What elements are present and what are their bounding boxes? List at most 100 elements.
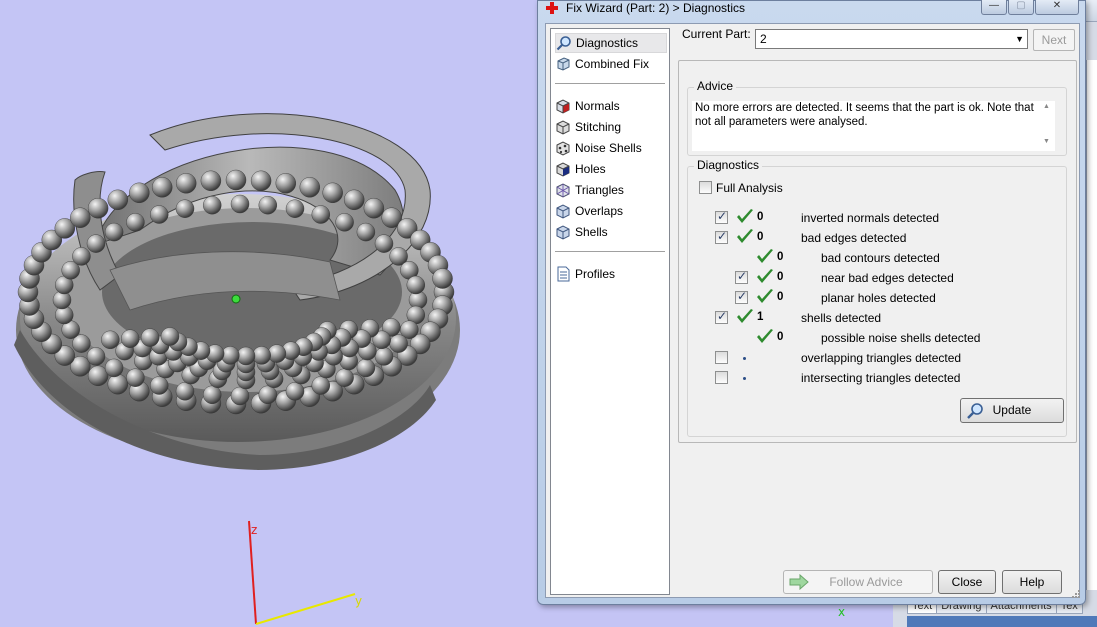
noise-shells-icon [556,141,570,156]
diagnostic-label: planar holes detected [821,291,936,305]
selection-marker [231,294,241,304]
diagnostic-label: possible noise shells detected [821,331,981,345]
ring-bead [356,222,376,242]
ring-bead [374,347,394,366]
ring-bead [104,222,124,242]
overlaps-icon [556,204,570,219]
diagnostic-label: intersecting triangles detected [801,371,961,385]
ring-bead [406,275,425,295]
ring-bead [230,386,250,406]
y-axis-label: y [355,594,362,608]
nav-item-holes[interactable]: Holes [555,159,667,179]
ring-bead [363,197,385,219]
arrow-right-icon [789,574,809,590]
nav-label: Diagnostics [576,36,639,50]
ring-bead [389,334,408,353]
follow-advice-button[interactable]: Follow Advice [783,570,933,594]
nav-item-overlaps[interactable]: Overlaps [555,201,667,221]
diagnostic-checkbox[interactable] [715,371,728,384]
ring-bead [299,177,320,198]
ring-bead [335,213,354,232]
diagnostic-checkbox[interactable] [715,351,728,364]
ring-bead [151,177,173,198]
maximize-button[interactable]: ▢ [1008,0,1034,15]
nav-item-shells[interactable]: Shells [555,222,667,242]
nav-label: Profiles [575,267,616,281]
full-analysis-label: Full Analysis [716,181,783,195]
advice-scrollbar[interactable]: ▲ ▼ [1038,101,1055,151]
nav-item-diagnostics[interactable]: Diagnostics [555,33,667,53]
nav-label: Triangles [575,183,624,197]
magnifier-icon [967,403,983,419]
cube-icon [557,57,570,71]
nav-item-normals[interactable]: Normals [555,96,667,116]
fix-wizard-dialog: Fix Wizard (Part: 2) > Diagnostics — ▢ ✕… [537,0,1086,605]
help-button[interactable]: Help [1002,570,1062,594]
nav-label: Noise Shells [575,141,642,155]
diagnostic-checkbox[interactable] [735,269,748,284]
holes-icon [556,162,570,177]
diagnostic-checkbox[interactable] [715,229,728,244]
diagnostic-label: bad edges detected [801,231,907,245]
wizard-nav-panel: Diagnostics Combined Fix Normals Stitchi… [550,28,670,595]
follow-advice-label: Follow Advice [829,575,903,589]
nav-item-combined-fix[interactable]: Combined Fix [555,54,667,74]
resize-grip-icon[interactable] [1071,589,1080,598]
advice-text: No more errors are detected. It seems th… [692,101,1038,151]
red-cross-icon [546,2,558,14]
ring-bead [175,382,195,401]
ring-bead [72,247,91,266]
nav-label: Combined Fix [575,57,650,71]
ring-bead [120,329,140,348]
scroll-down-icon[interactable]: ▼ [1043,138,1050,145]
current-part-value: 2 [760,32,767,46]
diagnostic-count: 0 [777,251,784,263]
nav-item-stitching[interactable]: Stitching [555,117,667,137]
ring-bead [87,197,109,219]
green-check-icon [737,309,753,323]
close-window-button[interactable]: ✕ [1035,0,1079,15]
close-button[interactable]: Close [938,570,996,594]
diagnostic-checkbox[interactable] [715,309,728,324]
green-check-icon [757,269,773,283]
nav-separator [555,251,665,252]
diagnostic-label: inverted normals detected [801,211,940,225]
nav-item-noise-shells[interactable]: Noise Shells [555,138,667,158]
3d-viewport[interactable]: z y [0,0,540,627]
diagnostics-group: Diagnostics Full Analysis 0 inverted norm… [687,158,1067,437]
green-check-icon [737,209,753,223]
nav-separator [555,83,665,84]
diagnostic-label: bad contours detected [821,251,940,265]
diagnostic-count: 1 [757,311,764,323]
diagnostic-label: overlapping triangles detected [801,351,962,365]
current-part-select[interactable]: 2 ▼ [755,29,1028,49]
update-button[interactable]: Update [960,398,1064,423]
ring-bead [107,374,129,395]
ring-bead [149,376,169,395]
diagnostic-label: shells detected [801,311,882,325]
dropdown-arrow-icon: ▼ [1015,34,1024,44]
diagnostic-checkbox[interactable] [735,289,748,304]
ring-bead [129,182,150,204]
document-icon [557,266,570,282]
shells-icon [556,225,570,240]
full-analysis-checkbox[interactable] [699,181,712,194]
ring-bead [107,189,129,211]
ring-bead [236,346,256,366]
advice-group: Advice No more errors are detected. It s… [687,79,1067,156]
ring-bead [126,213,145,232]
ring-bead [311,376,330,395]
ring-bead [285,199,305,218]
ring-bead [252,346,271,365]
ring-bead [225,169,247,191]
next-button[interactable]: Next [1033,29,1075,51]
minimize-button[interactable]: — [981,0,1007,15]
ring-bead [285,382,305,401]
nav-item-triangles[interactable]: Triangles [555,180,667,200]
scroll-up-icon[interactable]: ▲ [1043,103,1050,110]
dialog-titlebar[interactable]: Fix Wizard (Part: 2) > Diagnostics — ▢ ✕ [538,0,1085,17]
ring-bead [258,385,277,404]
nav-item-profiles[interactable]: Profiles [555,264,667,284]
z-axis-label: z [251,523,257,537]
diagnostic-checkbox[interactable] [715,209,728,224]
